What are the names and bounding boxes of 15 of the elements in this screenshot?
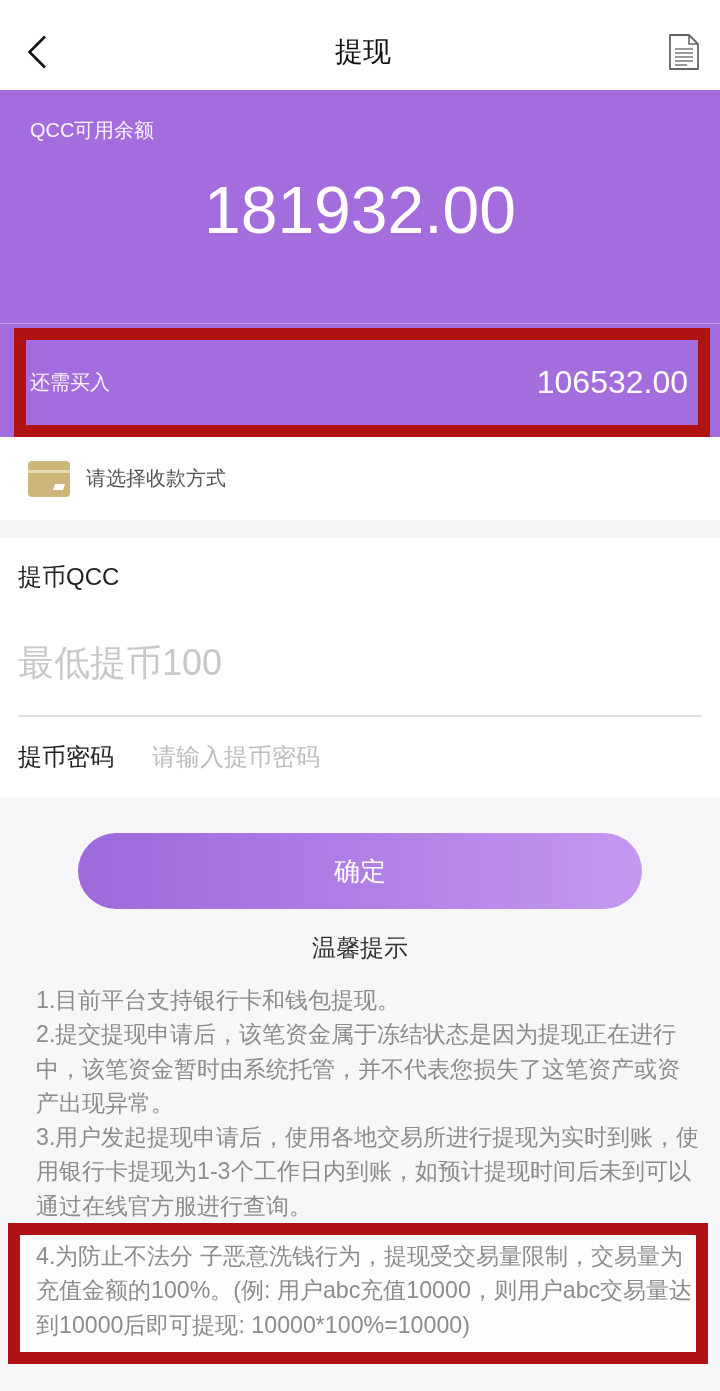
notice-item: 1.目前平台支持银行卡和钱包提现。 bbox=[36, 986, 402, 1015]
back-icon[interactable] bbox=[27, 35, 47, 69]
balance-amount: 181932.00 bbox=[203, 172, 517, 248]
balance-label: QCC可用余额 bbox=[30, 118, 156, 142]
notice-item: 2.提交提现申请后，该笔资金属于冻结状态是因为提现正在进行中，该笔资金暂时由系统托管，并不代表您损失了这笔资产或资产出现异常。 bbox=[36, 1020, 681, 1118]
document-icon[interactable] bbox=[669, 34, 699, 70]
card-icon bbox=[28, 460, 70, 497]
required-purchase-label: 还需买入 bbox=[30, 370, 110, 395]
notice-item: 4.为防止不法分 子恶意洗钱行为，提现受交易量限制，交易量为充值金额的100%。(例: 用户abc充值10000，则用户abc交易量达到10000后即可提现: 10000*100%=10000) bbox=[36, 1242, 694, 1340]
notice-item: 3.用户发起提现申请后，使用各地交易所进行提现为实时到账，使用银行卡提现为1-3个工作日内到账，如预计提现时间后未到可以通过在线官方服进行查询。 bbox=[36, 1123, 700, 1221]
required-purchase-amount: 106532.00 bbox=[536, 364, 688, 401]
page-title: 提现 bbox=[335, 35, 391, 69]
field-label: 提币QCC bbox=[18, 562, 121, 592]
notice-title: 温馨提示 bbox=[311, 933, 409, 963]
field-label: 提币密码 bbox=[18, 742, 115, 772]
